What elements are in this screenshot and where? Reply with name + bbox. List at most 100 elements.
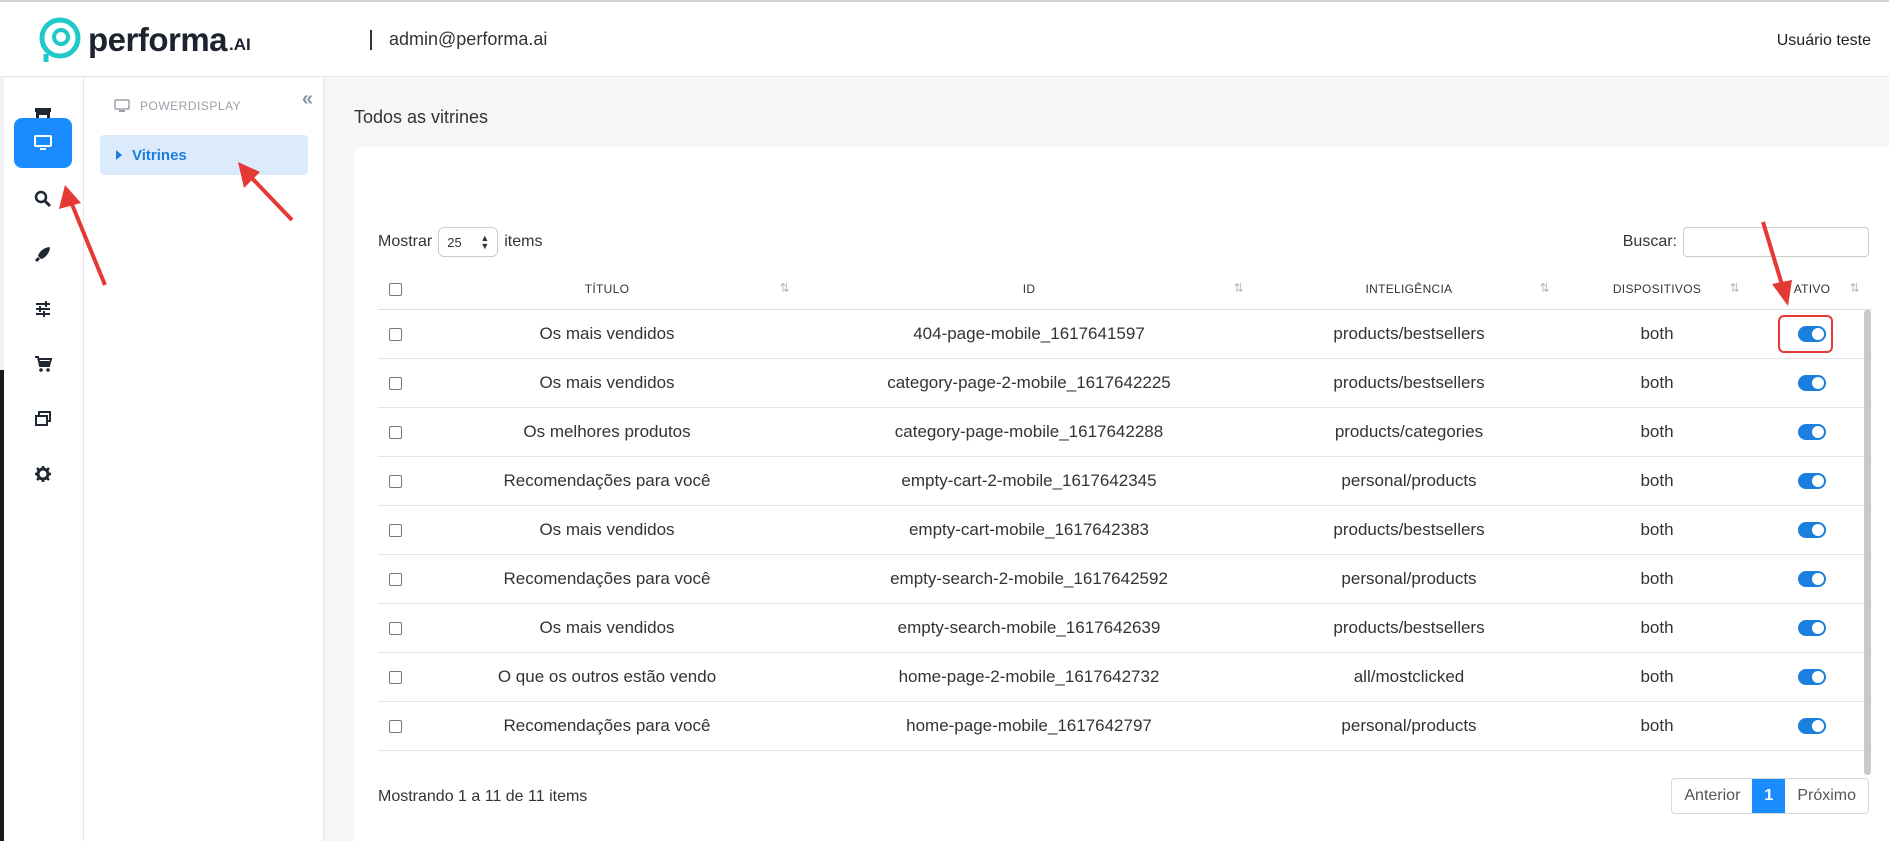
table-row[interactable]: Recomendações para você empty-search-2-mo… bbox=[378, 554, 1872, 604]
active-toggle[interactable] bbox=[1798, 571, 1826, 588]
cell-intelligence: all/mostclicked bbox=[1256, 750, 1562, 767]
row-checkbox[interactable] bbox=[388, 523, 402, 537]
table-scrollbar[interactable] bbox=[1864, 310, 1871, 775]
cell-intelligence: products/categories bbox=[1256, 407, 1562, 457]
table-row[interactable]: Os mais vendidos empty-search-mobile_1617… bbox=[378, 603, 1872, 653]
gear-icon bbox=[35, 466, 51, 482]
cell-id: home-page-mobile_1617642797 bbox=[802, 701, 1256, 751]
table-info: Mostrando 1 a 11 de 11 items bbox=[378, 788, 588, 805]
active-toggle[interactable] bbox=[1798, 669, 1826, 686]
row-select-cell bbox=[378, 652, 412, 702]
sliders-icon bbox=[36, 301, 50, 317]
row-checkbox[interactable] bbox=[388, 376, 402, 390]
rail-powerdisplay[interactable] bbox=[14, 118, 72, 168]
cell-active bbox=[1752, 358, 1872, 408]
cell-id: empty-search-2-mobile_1617642592 bbox=[802, 554, 1256, 604]
column-header-active[interactable]: ATIVO ⇅ bbox=[1752, 269, 1872, 310]
row-select-cell bbox=[378, 701, 412, 751]
active-toggle[interactable] bbox=[1798, 620, 1826, 637]
cell-active bbox=[1752, 652, 1872, 702]
table-row[interactable]: Os mais vendidos empty-cart-mobile_161764… bbox=[378, 505, 1872, 555]
cell-id: empty-cart-2-mobile_1617642345 bbox=[802, 456, 1256, 506]
cell-devices: both bbox=[1562, 309, 1752, 359]
row-select-cell bbox=[378, 554, 412, 604]
page-length-control: Mostrar 25 ▲ ▼ items bbox=[378, 227, 542, 257]
rail-rocket[interactable] bbox=[14, 229, 72, 279]
column-header-devices[interactable]: DISPOSITIVOS ⇅ bbox=[1562, 269, 1752, 310]
cell-id: category-page-2-mobile_1617642225 bbox=[802, 358, 1256, 408]
table-wrapper: TÍTULO ⇅ ID ⇅ INTELIGÊNCIA ⇅ DISPOSITIVOS ⇅ … bbox=[378, 269, 1872, 767]
active-toggle[interactable] bbox=[1798, 424, 1826, 441]
performa-logo[interactable]: performa .AI bbox=[36, 16, 251, 64]
cell-devices: both bbox=[1562, 456, 1752, 506]
cell-active bbox=[1752, 701, 1872, 751]
rail-search[interactable] bbox=[14, 174, 72, 224]
subnav-item-vitrines[interactable]: Vitrines bbox=[100, 135, 308, 175]
page-length-select[interactable]: 25 ▲ ▼ bbox=[438, 227, 499, 257]
row-checkbox[interactable] bbox=[388, 670, 402, 684]
top-header: performa .AI admin@performa.ai Usuário t… bbox=[0, 0, 1889, 77]
logo-text: performa bbox=[88, 21, 228, 58]
cell-title: Recomendações para você bbox=[412, 554, 802, 604]
page-title: Todos as vitrines bbox=[354, 107, 489, 127]
rail-settings[interactable] bbox=[14, 449, 72, 499]
table-row[interactable]: Recomendações para você empty-cart-2-mobi… bbox=[378, 456, 1872, 506]
active-toggle[interactable] bbox=[1798, 522, 1826, 539]
rail-settings-sliders[interactable] bbox=[14, 284, 72, 334]
cell-intelligence: personal/products bbox=[1256, 701, 1562, 751]
table-row[interactable]: Os melhores produtos category-page-mobile… bbox=[378, 407, 1872, 457]
active-toggle[interactable] bbox=[1798, 375, 1826, 392]
cell-devices: both bbox=[1562, 652, 1752, 702]
sort-icon: ⇅ bbox=[1729, 281, 1740, 295]
logo-suffix: .AI bbox=[229, 35, 251, 54]
cell-intelligence: all/mostclicked bbox=[1256, 652, 1562, 702]
column-label: DISPOSITIVOS bbox=[1612, 281, 1702, 296]
column-header-title[interactable]: TÍTULO ⇅ bbox=[412, 269, 802, 310]
length-value: 25 bbox=[447, 234, 462, 250]
table-row[interactable]: Os mais vendidos category-page-2-mobile_1… bbox=[378, 358, 1872, 408]
pagination-page-current[interactable]: 1 bbox=[1752, 779, 1786, 813]
cell-devices: both bbox=[1562, 505, 1752, 555]
sort-icon: ⇅ bbox=[1539, 281, 1550, 295]
sort-icon: ⇅ bbox=[1233, 281, 1244, 295]
table-row[interactable]: O que os outros estão vendo home-page-2-m… bbox=[378, 652, 1872, 702]
user-menu[interactable]: Usuário teste bbox=[1777, 32, 1871, 50]
table-row[interactable]: Recomendações para você home-page-mobile_… bbox=[378, 701, 1872, 751]
column-label: ID bbox=[1022, 281, 1036, 296]
subnav-heading: POWERDISPLAY bbox=[114, 98, 241, 114]
row-checkbox[interactable] bbox=[388, 474, 402, 488]
pagination-next[interactable]: Próximo bbox=[1785, 779, 1868, 813]
active-toggle[interactable] bbox=[1798, 718, 1826, 735]
table-body: Os mais vendidos 404-page-mobile_16176415… bbox=[378, 309, 1872, 767]
cell-title: Os mais vendidos bbox=[412, 309, 802, 359]
monitor-icon bbox=[114, 99, 130, 112]
column-header-intelligence[interactable]: INTELIGÊNCIA ⇅ bbox=[1256, 269, 1562, 310]
row-checkbox[interactable] bbox=[388, 621, 402, 635]
active-toggle[interactable] bbox=[1798, 473, 1826, 490]
rail-windows[interactable] bbox=[14, 394, 72, 444]
caret-right-icon bbox=[116, 150, 122, 160]
select-all-header bbox=[378, 269, 412, 310]
search-input[interactable] bbox=[1683, 227, 1869, 257]
row-select-cell bbox=[378, 456, 412, 506]
icon-rail bbox=[0, 78, 84, 841]
cell-intelligence: personal/products bbox=[1256, 456, 1562, 506]
row-checkbox[interactable] bbox=[388, 719, 402, 733]
table-header-row: TÍTULO ⇅ ID ⇅ INTELIGÊNCIA ⇅ DISPOSITIVOS ⇅ … bbox=[378, 269, 1872, 310]
column-header-id[interactable]: ID ⇅ bbox=[802, 269, 1256, 310]
cell-intelligence: personal/products bbox=[1256, 554, 1562, 604]
collapse-sidebar-icon[interactable]: « bbox=[302, 88, 313, 111]
cell-active bbox=[1752, 505, 1872, 555]
row-checkbox[interactable] bbox=[388, 572, 402, 586]
table-row[interactable]: O que os outros estão vendoproduct-page-… bbox=[378, 750, 1872, 767]
row-select-cell bbox=[378, 750, 412, 767]
row-checkbox[interactable] bbox=[388, 327, 402, 341]
select-all-checkbox[interactable] bbox=[388, 282, 402, 296]
header-divider bbox=[370, 30, 372, 50]
pagination-prev[interactable]: Anterior bbox=[1672, 779, 1752, 813]
cell-id: home-page-2-mobile_1617642732 bbox=[802, 652, 1256, 702]
table-row[interactable]: Os mais vendidos 404-page-mobile_16176415… bbox=[378, 309, 1872, 359]
left-edge-strip-dark bbox=[0, 370, 4, 841]
rail-cart[interactable] bbox=[14, 339, 72, 389]
row-checkbox[interactable] bbox=[388, 425, 402, 439]
